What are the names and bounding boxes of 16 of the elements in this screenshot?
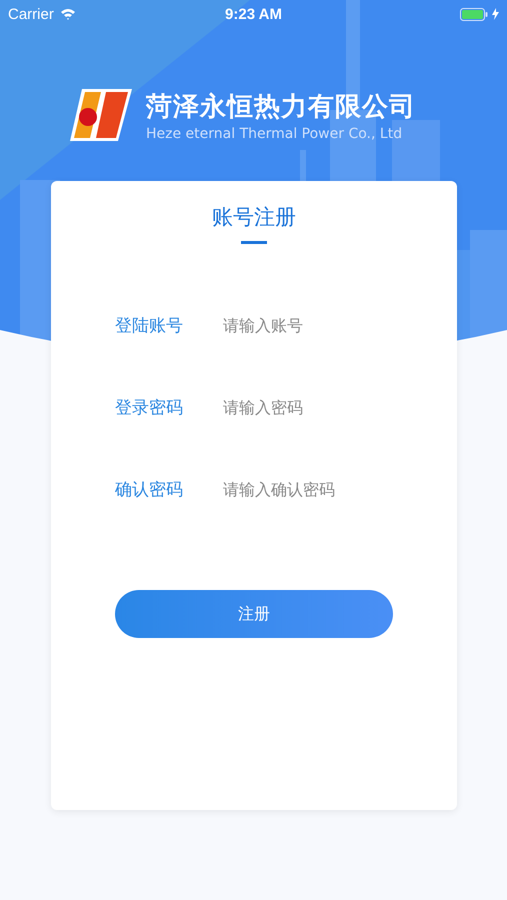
company-subtitle: Heze eternal Thermal Power Co., Ltd bbox=[146, 126, 404, 142]
logo-icon bbox=[68, 87, 134, 143]
battery-icon bbox=[460, 8, 488, 20]
input-field[interactable]: 请输入确认密码 bbox=[223, 480, 413, 498]
company-name: 菏泽永恒热力有限公司 bbox=[146, 90, 416, 124]
form-title: 账号注册 bbox=[212, 204, 296, 231]
wifi-icon bbox=[60, 8, 76, 20]
field-label: 登陆账号 bbox=[115, 314, 184, 336]
register-button[interactable]: 注册 bbox=[115, 590, 393, 638]
field-label: 登录密码 bbox=[115, 396, 184, 418]
title-underline bbox=[241, 241, 267, 244]
input-field[interactable]: 请输入密码 bbox=[223, 398, 413, 416]
field-label: 确认密码 bbox=[115, 478, 184, 500]
carrier-label: Carrier bbox=[8, 6, 54, 22]
input-field[interactable]: 请输入账号 bbox=[223, 316, 413, 334]
time-label: 9:23 AM bbox=[225, 6, 282, 22]
